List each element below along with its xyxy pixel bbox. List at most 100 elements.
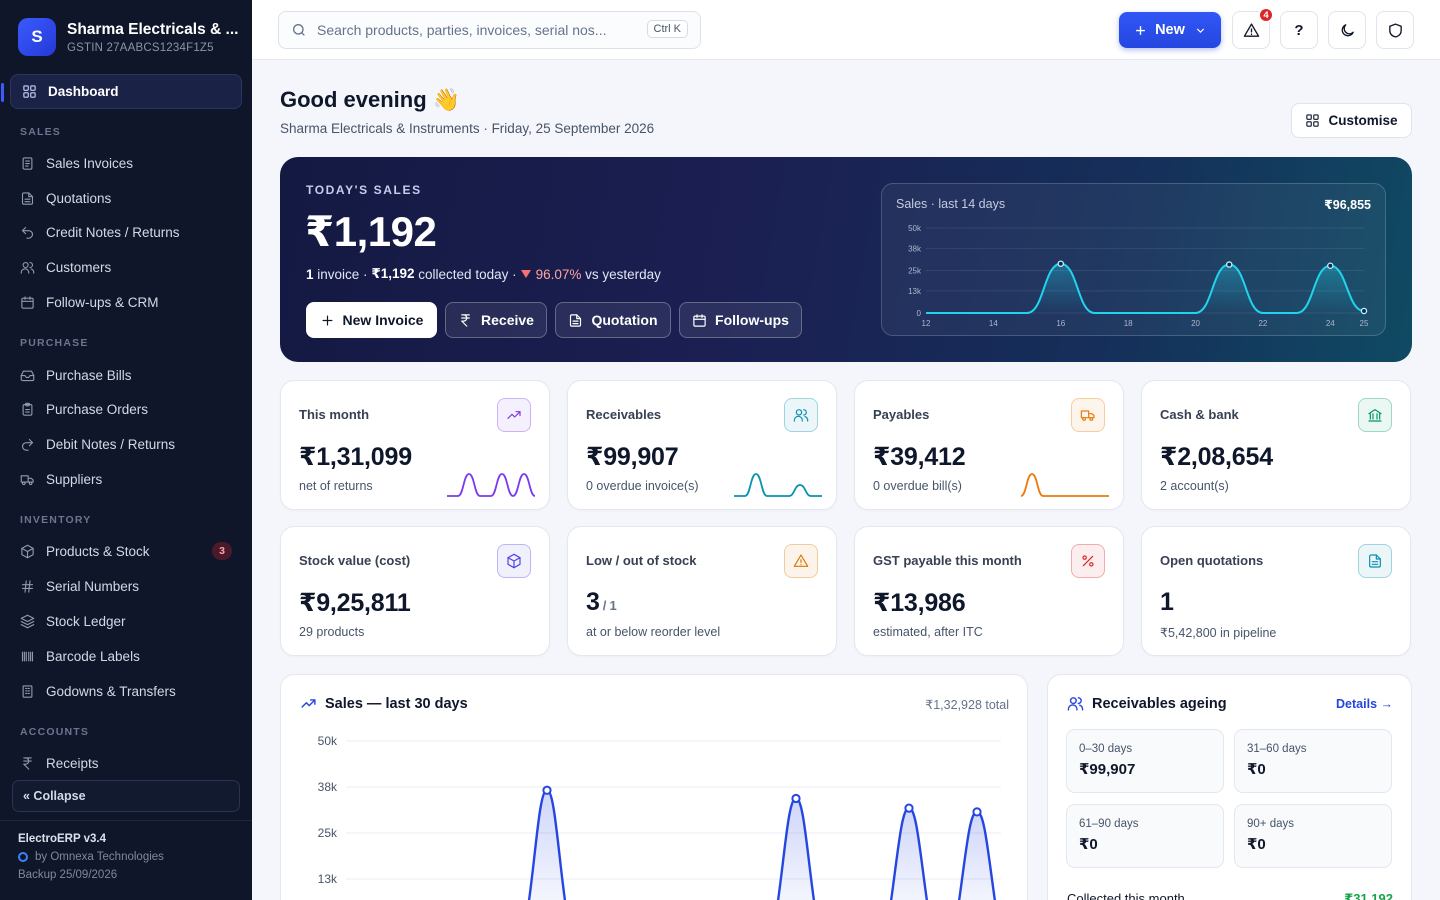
- sidebar-item-debit-notes[interactable]: Debit Notes / Returns: [20, 433, 242, 455]
- kpi-card[interactable]: GST payable this month ₹13,986 estimated, …: [854, 526, 1124, 656]
- backup-status: Backup 25/09/2026: [18, 869, 118, 881]
- global-search-input[interactable]: Search products, parties, invoices, seri…: [278, 11, 701, 49]
- x-tick-label: 18: [1124, 319, 1133, 328]
- vendor-logo-icon: [18, 852, 28, 862]
- kpi-value: ₹2,08,654: [1160, 442, 1273, 472]
- sidebar-section-sales: SALES: [20, 126, 62, 138]
- new-invoice-button[interactable]: New Invoice: [306, 302, 437, 338]
- sidebar-item-serial-numbers[interactable]: Serial Numbers: [20, 575, 242, 597]
- sidebar-item-barcode-labels[interactable]: Barcode Labels: [20, 645, 242, 667]
- data-point: [791, 793, 801, 804]
- alerts-button[interactable]: 4: [1232, 7, 1274, 49]
- ageing-bucket-label: 61–90 days: [1079, 818, 1139, 830]
- sidebar-item-customers[interactable]: Customers: [20, 256, 242, 278]
- sidebar-item-receipts[interactable]: Receipts: [20, 752, 242, 774]
- new-button[interactable]: New: [1119, 12, 1221, 48]
- sidebar-item-sales-invoices[interactable]: Sales Invoices: [20, 152, 242, 174]
- rupee-icon: [461, 313, 470, 327]
- vendor-credit: by Omnexa Technologies: [18, 851, 234, 863]
- kpi-value-text: ₹9,25,811: [299, 589, 411, 617]
- customise-label: Customise: [1328, 113, 1398, 128]
- sidebar-item-stock-ledger[interactable]: Stock Ledger: [20, 610, 242, 632]
- sidebar-item-quotations[interactable]: Quotations: [20, 187, 242, 209]
- collapse-sidebar-button[interactable]: « Collapse: [12, 780, 240, 812]
- sidebar-item-label: Sales Invoices: [46, 155, 134, 171]
- ageing-bucket[interactable]: 61–90 days ₹0: [1066, 804, 1224, 868]
- hero-label: TODAY'S SALES: [306, 183, 422, 197]
- collected-this-month-label: Collected this month: [1067, 891, 1185, 900]
- kpi-card[interactable]: This month ₹1,31,099 net of returns: [280, 380, 550, 510]
- kpi-card[interactable]: Payables ₹39,412 0 overdue bill(s): [854, 380, 1124, 510]
- sidebar-item-purchase-bills[interactable]: Purchase Bills: [20, 364, 242, 386]
- x-tick-label: 20: [1191, 319, 1200, 328]
- ageing-bucket-label: 31–60 days: [1247, 743, 1307, 755]
- kpi-card[interactable]: Cash & bank ₹2,08,654 2 account(s): [1141, 380, 1411, 510]
- clipboard-icon: [20, 402, 35, 417]
- kpi-value: ₹99,907: [586, 442, 679, 472]
- kpi-value-text: 3: [586, 588, 600, 616]
- kpi-card[interactable]: Open quotations 1 ₹5,42,800 in pipeline: [1141, 526, 1411, 656]
- sidebar-section-purchase: PURCHASE: [20, 337, 89, 349]
- sidebar-item-follow-ups[interactable]: Follow-ups & CRM: [20, 291, 242, 313]
- theme-toggle-button[interactable]: [1328, 11, 1366, 49]
- kpi-label: Low / out of stock: [586, 553, 697, 568]
- sidebar-item-products-stock[interactable]: Products & Stock 3: [20, 540, 242, 562]
- company-gstin: GSTIN 27AABCS1234F1Z5: [67, 41, 214, 54]
- sidebar: S Sharma Electricals & ... GSTIN 27AABCS…: [0, 0, 252, 900]
- x-tick-label: 24: [1326, 319, 1335, 328]
- sidebar-item-label: Quotations: [46, 190, 112, 206]
- follow-ups-button[interactable]: Follow-ups: [679, 302, 802, 338]
- sidebar-item-label: Barcode Labels: [46, 648, 140, 664]
- collected-word: collected today ·: [418, 266, 517, 282]
- kpi-card[interactable]: Low / out of stock 3/ 1 at or below reorde…: [567, 526, 837, 656]
- kpi-value: 3/ 1: [586, 588, 617, 617]
- button-label: Follow-ups: [715, 312, 789, 328]
- quotation-button[interactable]: Quotation: [555, 302, 671, 338]
- sidebar-item-label: Credit Notes / Returns: [46, 224, 180, 240]
- sidebar-item-godowns[interactable]: Godowns & Transfers: [20, 680, 242, 702]
- kpi-value-text: ₹13,986: [873, 589, 966, 617]
- sidebar-item-dashboard[interactable]: Dashboard: [1, 74, 242, 109]
- y-tick-label: 13k: [908, 287, 922, 296]
- calendar-icon: [693, 313, 706, 327]
- help-button[interactable]: ?: [1280, 11, 1318, 49]
- kpi-card[interactable]: Stock value (cost) ₹9,25,811 29 products: [280, 526, 550, 656]
- sparkline-path: [1021, 473, 1109, 497]
- document-icon: [1358, 544, 1392, 578]
- ageing-details-link[interactable]: Details →: [1336, 697, 1393, 711]
- today-sales-summary: 1 invoice · ₹1,192 collected today · 96.…: [306, 266, 661, 282]
- y-tick-label: 25k: [908, 267, 922, 276]
- security-button[interactable]: [1376, 11, 1414, 49]
- ageing-bucket[interactable]: 90+ days ₹0: [1234, 804, 1392, 868]
- sidebar-item-suppliers[interactable]: Suppliers: [20, 468, 242, 490]
- data-point: [1327, 262, 1334, 269]
- ageing-bucket[interactable]: 31–60 days ₹0: [1234, 729, 1392, 793]
- kpi-label: Receivables: [586, 407, 662, 422]
- series-area: [959, 811, 995, 900]
- customise-button[interactable]: Customise: [1291, 103, 1412, 138]
- x-tick-label: 12: [922, 319, 931, 328]
- users-icon: [784, 398, 818, 432]
- ageing-title: Receivables ageing: [1067, 695, 1227, 712]
- data-point: [1360, 307, 1368, 315]
- company-switcher[interactable]: S Sharma Electricals & ... GSTIN 27AABCS…: [18, 17, 248, 57]
- barcode-icon: [20, 649, 35, 664]
- data-point: [542, 785, 552, 795]
- sidebar-item-purchase-orders[interactable]: Purchase Orders: [20, 398, 242, 420]
- x-tick-label: 25: [1360, 319, 1369, 328]
- change-suffix: vs yesterday: [585, 266, 661, 282]
- shield-icon: [1388, 22, 1402, 38]
- invoice-icon: [20, 156, 35, 171]
- data-point: [1057, 260, 1065, 267]
- receive-button[interactable]: Receive: [445, 302, 547, 338]
- ageing-bucket-value: ₹0: [1247, 836, 1266, 853]
- kpi-label: Payables: [873, 407, 930, 422]
- sidebar-item-credit-notes[interactable]: Credit Notes / Returns: [20, 221, 242, 243]
- sidebar-item-label: Follow-ups & CRM: [46, 294, 159, 310]
- ageing-bucket[interactable]: 0–30 days ₹99,907: [1066, 729, 1224, 793]
- kpi-subtext: ₹5,42,800 in pipeline: [1160, 626, 1277, 640]
- kpi-card[interactable]: Receivables ₹99,907 0 overdue invoice(s): [567, 380, 837, 510]
- sidebar-item-label: Serial Numbers: [46, 578, 140, 594]
- today-sales-hero: TODAY'S SALES ₹1,192 1 invoice · ₹1,192 …: [280, 157, 1412, 362]
- trending-up-icon: [497, 398, 531, 432]
